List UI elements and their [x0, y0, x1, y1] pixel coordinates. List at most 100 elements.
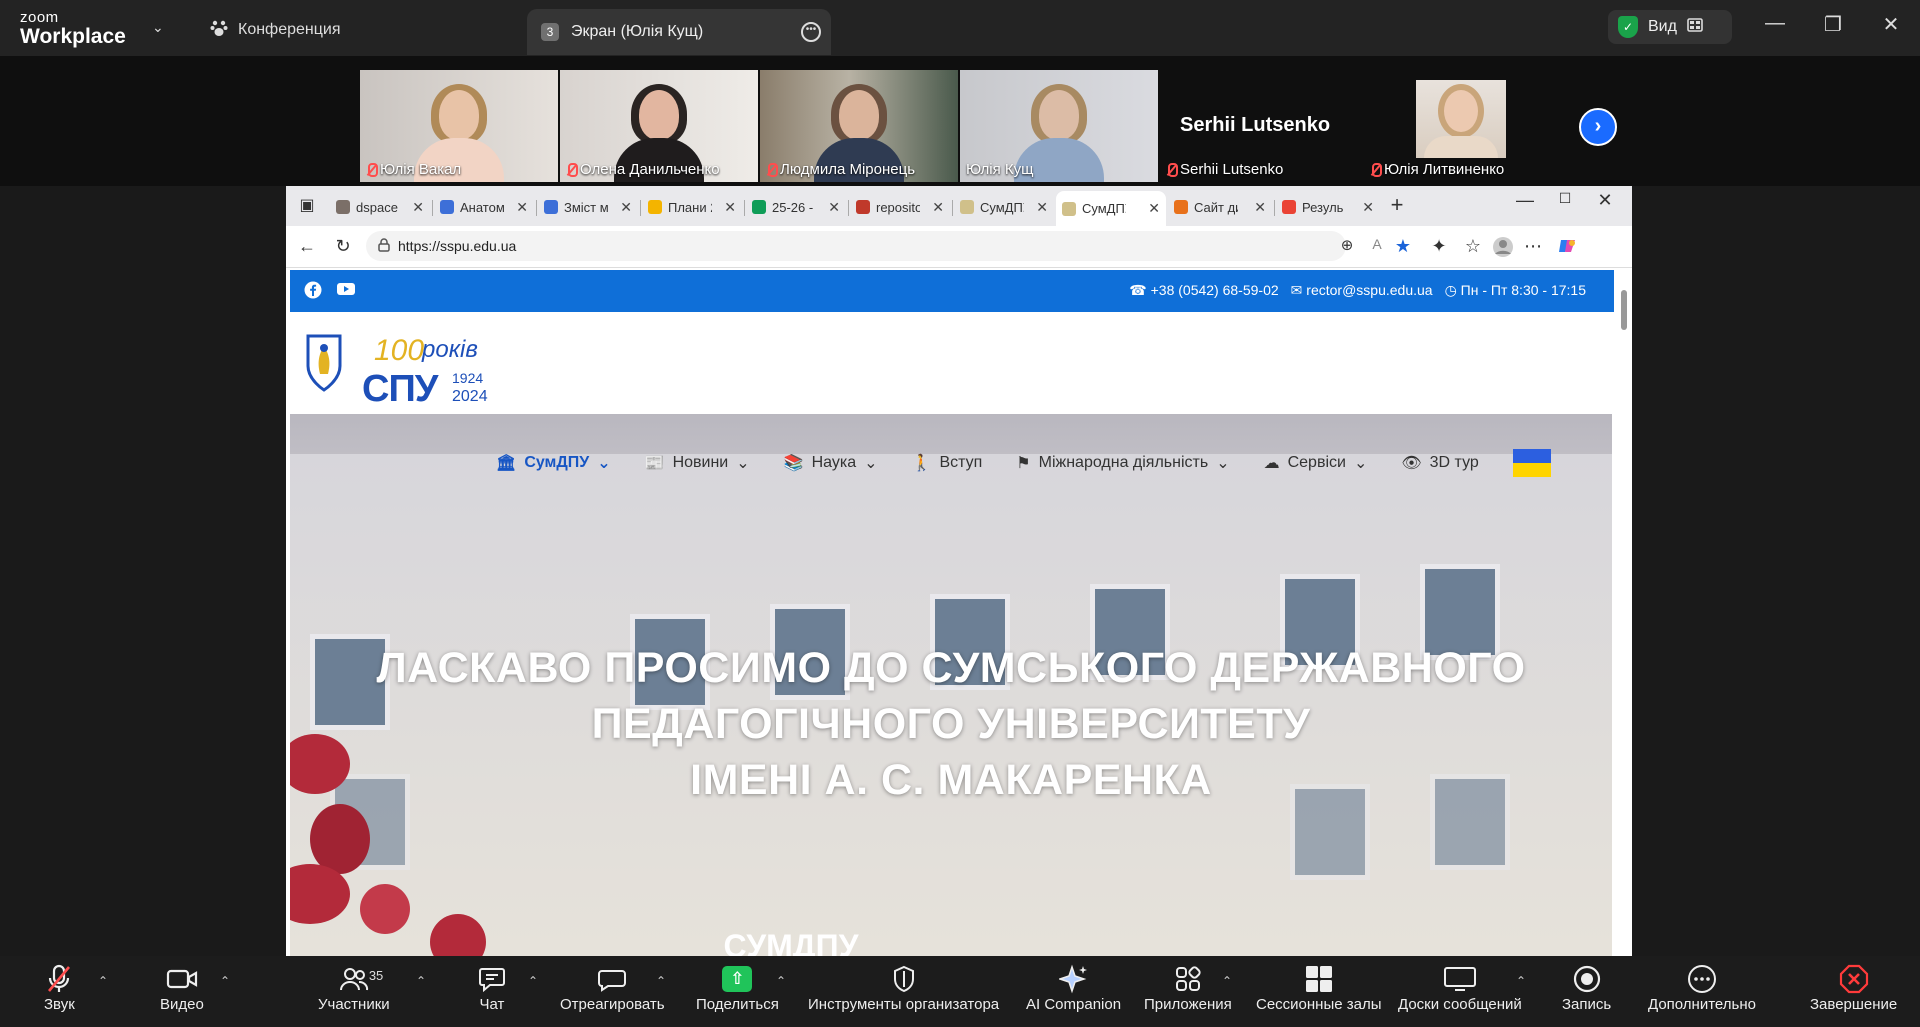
participant-tile[interactable]: Юлія Вакал: [360, 70, 558, 182]
share-button[interactable]: ⇧ Поделиться: [696, 962, 779, 1013]
browser-tab[interactable]: reposito ✕: [850, 193, 950, 221]
tab-actions-icon[interactable]: ▣: [296, 195, 318, 215]
nav-item-services[interactable]: ☁ Сервіси ⌄: [1264, 453, 1368, 473]
view-label: Вид: [1648, 18, 1677, 35]
chat-button[interactable]: Чат: [478, 962, 506, 1013]
nav-item-news[interactable]: 📰 Новини ⌄: [645, 453, 750, 473]
zoom-in-icon[interactable]: ⊕: [1336, 236, 1358, 254]
end-meeting-button[interactable]: Завершение: [1810, 962, 1897, 1013]
close-tab-icon[interactable]: ✕: [932, 199, 944, 216]
close-tab-icon[interactable]: ✕: [828, 199, 840, 216]
chevron-up-icon[interactable]: ⌃: [416, 974, 426, 988]
apps-button[interactable]: Приложения: [1144, 962, 1232, 1013]
browser-tab[interactable]: СумДПУ✕: [954, 193, 1054, 221]
youtube-icon[interactable]: [336, 281, 355, 299]
browser-tab-current[interactable]: СумДПУ✕: [1056, 191, 1166, 226]
favorites-icon[interactable]: ☆: [1462, 236, 1484, 257]
anniversary-logo[interactable]: 100 років СПУ 1924 2024: [356, 324, 496, 414]
participant-tile[interactable]: Юлія Литвиненко: [1364, 70, 1564, 182]
close-tab-icon[interactable]: ✕: [724, 199, 736, 216]
more-options-icon[interactable]: •••: [801, 22, 821, 42]
chevron-up-icon[interactable]: ⌃: [98, 974, 108, 988]
hero-title-line3: ІМЕНІ А. С. МАКАРЕНКА: [690, 756, 1212, 804]
participant-tile[interactable]: Олена Данильченко: [560, 70, 758, 182]
participant-tile-active[interactable]: Юлія Кущ: [960, 70, 1158, 182]
mic-muted-icon: [46, 962, 72, 996]
close-tab-icon[interactable]: ✕: [516, 199, 528, 216]
screen-tab-number: 3: [541, 23, 559, 41]
browser-tab[interactable]: Сайт ди ✕: [1168, 193, 1272, 221]
read-aloud-icon[interactable]: A: [1366, 236, 1388, 252]
minimize-icon[interactable]: —: [1514, 190, 1536, 211]
university-crest-icon[interactable]: [304, 332, 344, 394]
browser-tab[interactable]: Плани 2✕: [642, 193, 742, 221]
chevron-down-icon[interactable]: ⌄: [152, 19, 164, 36]
record-button[interactable]: Запись: [1562, 962, 1611, 1013]
zoom-top-bar: zoom Workplace ⌄ Конференция 3 Экран (Юл…: [0, 0, 1920, 56]
close-tab-icon[interactable]: ✕: [620, 199, 632, 216]
restore-icon[interactable]: ❐: [1818, 12, 1848, 37]
shield-icon: [892, 962, 916, 996]
close-tab-icon[interactable]: ✕: [1148, 200, 1160, 217]
tab-screen-share[interactable]: 3 Экран (Юлія Кущ) •••: [527, 9, 831, 55]
copilot-icon[interactable]: [1556, 236, 1578, 261]
browser-tab[interactable]: Зміст м ✕: [538, 193, 638, 221]
nav-item-international[interactable]: ⚑ Міжнародна діяльність ⌄: [1016, 453, 1229, 473]
breakout-rooms-button[interactable]: Сессионные залы: [1256, 962, 1382, 1013]
video-button[interactable]: Видео: [160, 962, 204, 1013]
phone-contact[interactable]: ☎ +38 (0542) 68-59-02: [1129, 282, 1278, 299]
email-contact[interactable]: ✉ rector@sspu.edu.ua: [1291, 282, 1433, 299]
chevron-up-icon[interactable]: ⌃: [1516, 974, 1526, 988]
view-button[interactable]: ✓ Вид: [1608, 10, 1732, 44]
chevron-up-icon[interactable]: ⌃: [1222, 974, 1232, 988]
participant-name: Олена Данильченко: [580, 161, 720, 178]
audio-button[interactable]: Звук: [44, 962, 75, 1013]
close-icon[interactable]: ✕: [1594, 190, 1616, 211]
profile-avatar-icon[interactable]: [1492, 236, 1514, 263]
whiteboards-button[interactable]: Доски сообщений: [1398, 962, 1522, 1013]
favorite-star-icon[interactable]: ★: [1392, 236, 1414, 257]
chevron-up-icon[interactable]: ⌃: [776, 974, 786, 988]
browser-window: ▣ dspace✕ Анатом✕ Зміст м✕ Плани 2✕ 25-2…: [286, 186, 1632, 956]
nav-item-science[interactable]: 📚 Наука ⌄: [784, 453, 878, 473]
chevron-up-icon[interactable]: ⌃: [220, 974, 230, 988]
minimize-icon[interactable]: —: [1760, 12, 1790, 35]
ai-companion-button[interactable]: AI Companion: [1026, 962, 1121, 1013]
browser-tab[interactable]: dspace ✕: [330, 193, 430, 221]
maximize-icon[interactable]: ☐: [1554, 190, 1576, 207]
facebook-icon[interactable]: [304, 281, 322, 299]
host-tools-button[interactable]: Инструменты организатора: [808, 962, 999, 1013]
scrollbar-thumb[interactable]: [1621, 290, 1627, 330]
nav-item-sumdpu[interactable]: 🏛 СумДПУ ⌄: [496, 453, 611, 473]
participants-button[interactable]: 35 Участники: [318, 962, 390, 1013]
reload-icon[interactable]: ↻: [332, 236, 354, 257]
nav-item-3d-tour[interactable]: 👁 3D тур: [1401, 453, 1478, 473]
conference-label: Конференция: [238, 21, 341, 38]
chevron-up-icon[interactable]: ⌃: [528, 974, 538, 988]
tab-conference[interactable]: Конференция: [210, 16, 341, 44]
react-button[interactable]: Отреагировать: [560, 962, 665, 1013]
next-page-button[interactable]: ›: [1579, 108, 1617, 146]
zoom-logo[interactable]: zoom Workplace: [20, 10, 126, 47]
close-tab-icon[interactable]: ✕: [412, 199, 424, 216]
close-tab-icon[interactable]: ✕: [1036, 199, 1048, 216]
participant-tile[interactable]: Людмила Міронець: [760, 70, 958, 182]
page-scrollbar[interactable]: [1620, 272, 1628, 956]
chevron-up-icon[interactable]: ⌃: [656, 974, 666, 988]
browser-tab[interactable]: Резуль ✕: [1276, 193, 1380, 221]
nav-item-admission[interactable]: 🚶 Вступ: [912, 453, 983, 473]
back-icon[interactable]: ←: [296, 236, 318, 257]
url-input[interactable]: https://sspu.edu.ua: [366, 231, 1346, 261]
security-shield-icon[interactable]: ✓: [1618, 16, 1638, 38]
close-tab-icon[interactable]: ✕: [1254, 199, 1266, 216]
browser-tab[interactable]: Анатом ✕: [434, 193, 534, 221]
close-icon[interactable]: ✕: [1876, 12, 1906, 37]
ukraine-flag-icon[interactable]: [1512, 449, 1551, 477]
university-icon: 🏛: [496, 455, 517, 472]
new-tab-icon[interactable]: +: [1386, 192, 1408, 218]
menu-dots-icon[interactable]: ⋯: [1522, 236, 1544, 257]
close-tab-icon[interactable]: ✕: [1362, 199, 1374, 216]
more-button[interactable]: Дополнительно: [1648, 962, 1756, 1013]
browser-tab[interactable]: 25-26 - ✕: [746, 193, 846, 221]
extensions-icon[interactable]: ✦: [1428, 236, 1450, 257]
